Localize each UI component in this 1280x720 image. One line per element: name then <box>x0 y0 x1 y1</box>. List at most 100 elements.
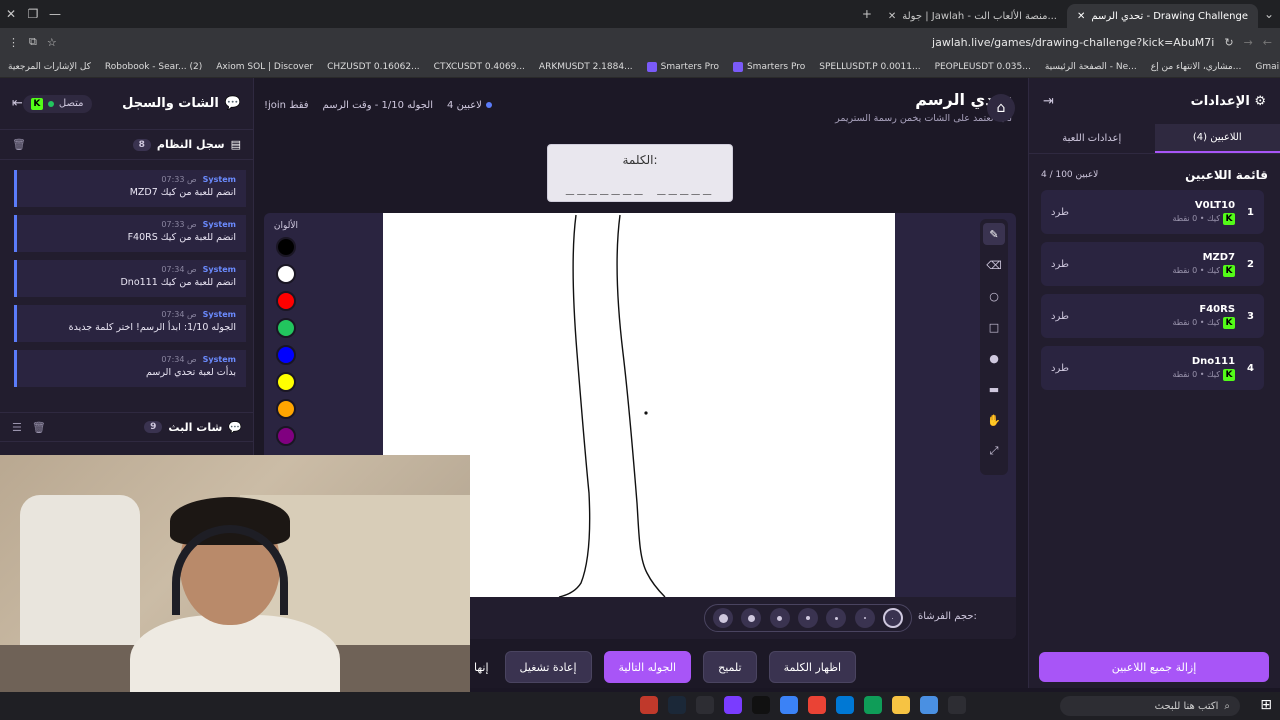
log-count-badge: 8 <box>132 138 151 151</box>
hand-tool-button[interactable]: ✋ <box>983 409 1005 431</box>
windows-start-icon[interactable]: ⊞ <box>1260 697 1272 713</box>
edge-icon[interactable] <box>864 696 882 714</box>
kick-player-button[interactable]: طرد <box>1051 311 1069 322</box>
tab-game-settings[interactable]: إعدادات اللعبة <box>1029 124 1155 153</box>
status-label: متصل <box>58 98 84 109</box>
menu-icon[interactable]: ⋮ <box>8 36 19 49</box>
brush-size-option[interactable] <box>769 608 790 628</box>
extension-icon[interactable]: ⧉ <box>29 35 37 49</box>
task-view-icon[interactable] <box>948 696 966 714</box>
kick-player-button[interactable]: طرد <box>1051 259 1069 270</box>
fill-dot-tool-button[interactable]: ● <box>983 347 1005 369</box>
brush-size-label: حجم الفرشاة: <box>918 611 977 622</box>
bookmark-item[interactable]: Smarters Pro <box>646 61 719 72</box>
bookmark-item[interactable]: كل الإشارات المرجعية <box>8 62 91 72</box>
resize-tool-button[interactable]: ⤢ <box>983 440 1005 462</box>
round-status: الجوله 1/10 - وقت الرسم <box>322 100 434 111</box>
browser-tab-2[interactable]: ✕ جولة | Jawlah - منصة الألعاب الت... <box>878 4 1067 28</box>
tab-search-icon[interactable]: ⌄ <box>1258 3 1280 25</box>
tiktok-icon[interactable] <box>752 696 770 714</box>
end-game-button[interactable]: إنها <box>470 651 493 683</box>
kick-player-button[interactable]: طرد <box>1051 207 1069 218</box>
color-swatch[interactable] <box>276 264 296 284</box>
app-icon[interactable] <box>780 696 798 714</box>
color-swatch[interactable] <box>276 237 296 257</box>
player-meta: كيك • 0 نقطة K <box>1172 316 1236 329</box>
stream-chat-header[interactable]: ☰ 🗑 9 شات البث 💬 <box>0 412 254 442</box>
home-button[interactable]: ⌂ <box>987 94 1015 122</box>
tab-close-icon[interactable]: ✕ <box>1077 11 1085 22</box>
remove-all-players-button[interactable]: إزالة جميع اللاعبين <box>1039 652 1269 682</box>
brush-dot-icon <box>863 617 866 619</box>
pen-tool-button[interactable]: ✎ <box>983 223 1005 245</box>
bookmark-label: Smarters Pro <box>746 61 806 72</box>
store-icon[interactable] <box>836 696 854 714</box>
app-icon[interactable] <box>724 696 742 714</box>
bookmark-item[interactable]: ARKMUSDT 2.1884... <box>539 62 633 72</box>
reload-icon[interactable]: ↻ <box>1224 36 1233 49</box>
bookmark-item[interactable]: CHZUSDT 0.16062... <box>327 62 420 72</box>
kick-player-button[interactable]: طرد <box>1051 363 1069 374</box>
forward-icon[interactable]: → <box>1244 36 1253 49</box>
brush-size-option[interactable] <box>713 608 734 628</box>
show-word-button[interactable]: اظهار الكلمة <box>768 651 857 683</box>
trash-icon[interactable]: 🗑 <box>12 138 26 151</box>
system-log-header[interactable]: 🗑 8 سجل النظام ▤ <box>0 130 253 160</box>
chrome-icon[interactable] <box>808 696 826 714</box>
restart-button[interactable]: إعادة تشغيل <box>504 651 592 683</box>
color-swatch[interactable] <box>276 318 296 338</box>
message-author: System <box>202 265 236 274</box>
player-meta-text: كيك • 0 نقطة <box>1172 266 1221 275</box>
color-swatch[interactable] <box>276 345 296 365</box>
circle-icon: ○ <box>989 289 999 303</box>
color-swatch[interactable] <box>276 399 296 419</box>
browser-tab-1[interactable]: ✕ تحدي الرسم - Drawing Challenge <box>1067 4 1258 28</box>
eraser-tool-button[interactable]: ⌫ <box>983 254 1005 276</box>
color-swatch[interactable] <box>276 291 296 311</box>
tab-players[interactable]: اللاعبين (4) <box>1154 124 1280 153</box>
bookmark-item[interactable]: SPELLUSDT.P 0.0011... <box>819 62 920 72</box>
bookmark-label: مشاري، الانتهاء من إع... <box>1150 61 1242 72</box>
brush-size-option[interactable] <box>797 608 818 628</box>
taskbar-search[interactable]: اكتب هنا للبحث ⌕ <box>1060 696 1240 716</box>
bookmark-item[interactable]: PEOPLEUSDT 0.035... <box>935 62 1031 72</box>
brush-size-option[interactable] <box>854 608 875 628</box>
url-field[interactable]: jawlah.live/games/drawing-challenge?kick… <box>67 36 1214 49</box>
player-name: V0LT10 <box>1194 199 1236 211</box>
hint-button[interactable]: تلميح <box>703 651 757 683</box>
bookmark-item[interactable]: CTXCUSDT 0.4069... <box>434 62 525 72</box>
brush-size-option[interactable] <box>741 608 762 628</box>
app-icon[interactable] <box>920 696 938 714</box>
player-name-wrap: F40RS كيك • 0 نقطة K <box>1172 304 1236 329</box>
circle-tool-button[interactable]: ○ <box>983 285 1005 307</box>
minimize-window-icon[interactable]: — <box>44 3 66 25</box>
rectangle-tool-button[interactable]: □ <box>983 316 1005 338</box>
player-meta-text: كيك • 0 نقطة <box>1172 318 1221 327</box>
color-swatch[interactable] <box>276 372 296 392</box>
collapse-panel-icon[interactable]: ⇥ <box>1043 94 1054 109</box>
restore-window-icon[interactable]: ❐ <box>22 3 44 25</box>
bookmark-item[interactable]: الصفحة الرئيسية - Ne... <box>1045 62 1137 72</box>
app-icon[interactable] <box>640 696 658 714</box>
bookmark-item[interactable]: Axiom SOL | Discover <box>216 62 313 72</box>
back-icon[interactable]: ← <box>1263 36 1272 49</box>
bookmark-item[interactable]: مشاري، الانتهاء من إع... <box>1151 62 1242 72</box>
close-window-icon[interactable]: ✕ <box>0 3 22 25</box>
new-tab-icon[interactable]: + <box>856 3 878 25</box>
bookmark-item[interactable]: Robobook - Sear... (2) <box>105 62 202 72</box>
bookmark-item[interactable]: Gmail <box>1255 62 1280 72</box>
anchor-icon[interactable] <box>696 696 714 714</box>
bookmark-star-icon[interactable]: ☆ <box>47 36 57 49</box>
brush-size-option[interactable] <box>882 608 903 628</box>
collapse-panel-icon[interactable]: ⇤ <box>12 96 23 111</box>
tab-close-icon[interactable]: ✕ <box>888 11 896 22</box>
folder-icon[interactable] <box>892 696 910 714</box>
bookmark-item[interactable]: Smarters Pro <box>732 61 806 72</box>
line-tool-button[interactable]: ▬ <box>983 378 1005 400</box>
brush-size-option[interactable] <box>826 608 847 628</box>
color-swatch[interactable] <box>276 426 296 446</box>
trash-icon[interactable]: 🗑 <box>32 421 46 434</box>
steam-icon[interactable] <box>668 696 686 714</box>
filter-icon[interactable]: ☰ <box>12 421 22 434</box>
next-round-button[interactable]: الجوله التالية <box>603 651 692 683</box>
